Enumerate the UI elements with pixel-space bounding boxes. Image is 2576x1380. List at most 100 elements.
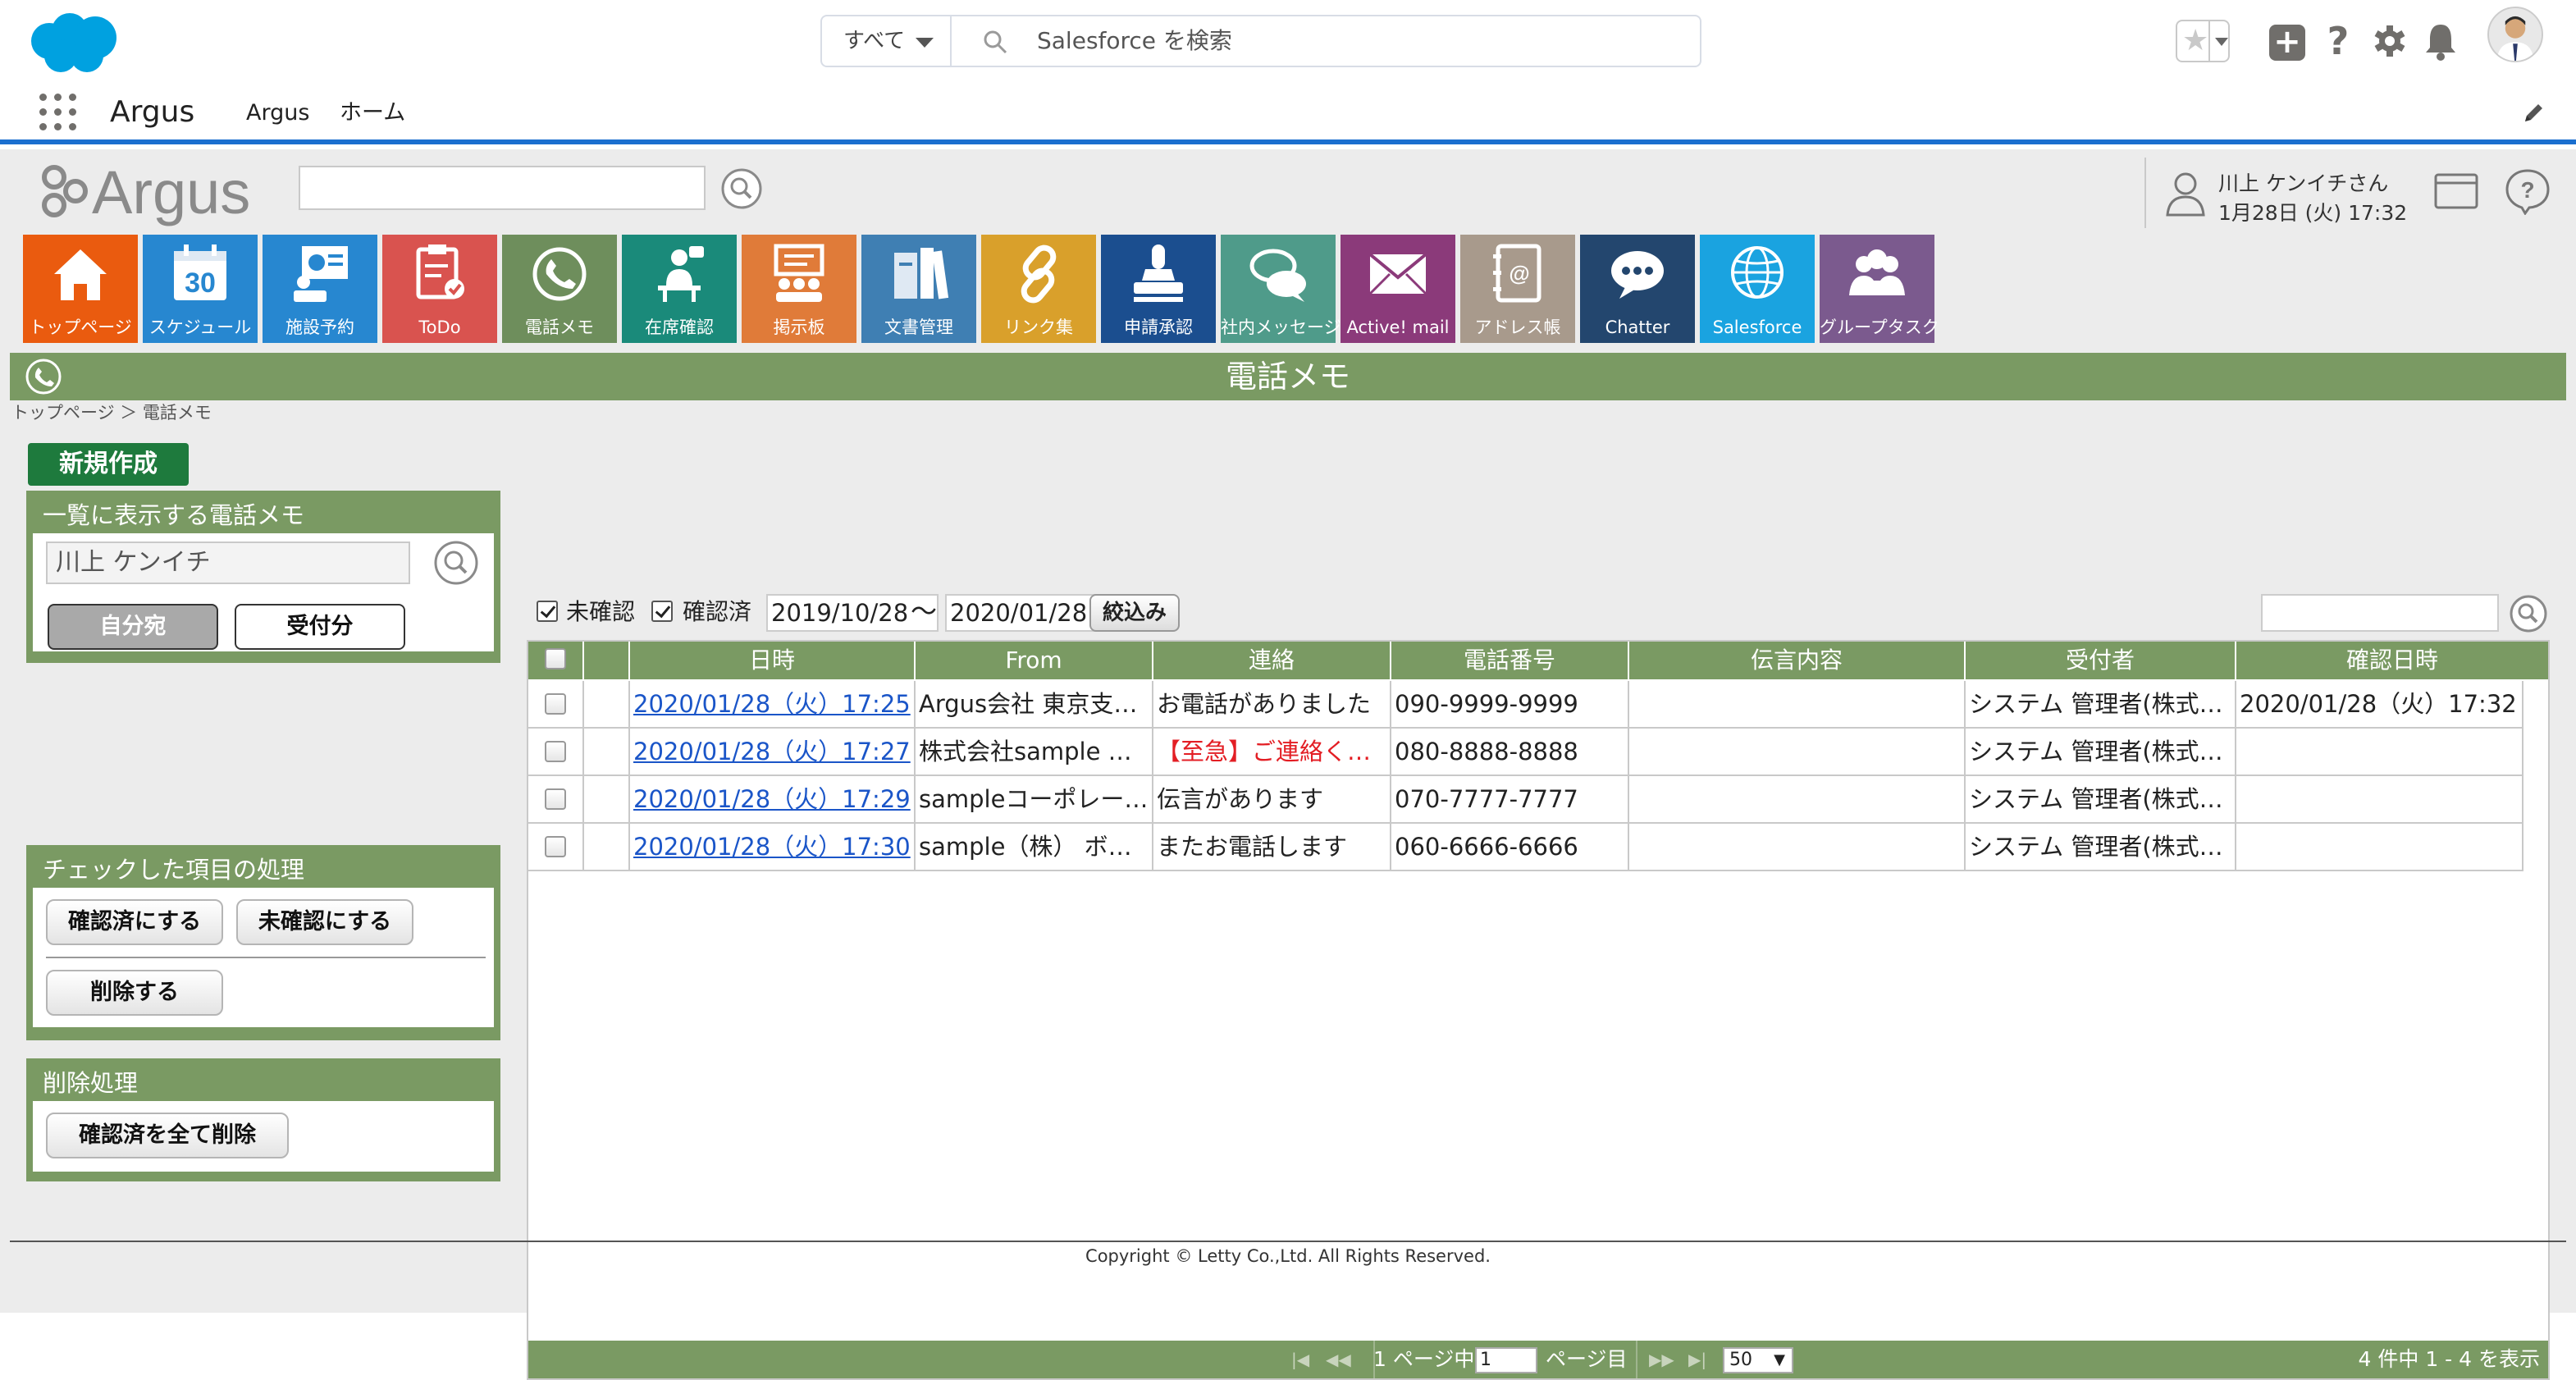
nav-item-home[interactable]: ホーム: [340, 97, 405, 130]
column-header-from[interactable]: From: [916, 642, 1153, 679]
tile-group-task[interactable]: グループタスク: [1820, 235, 1939, 343]
breadcrumb[interactable]: トップページ ＞ 電話メモ: [11, 400, 212, 425]
mark-unconfirmed-button[interactable]: 未確認にする: [236, 899, 413, 945]
help-bubble-icon[interactable]: ?: [2504, 167, 2551, 215]
tile-messages[interactable]: 社内メッセージ: [1221, 235, 1341, 343]
search-scope-select[interactable]: すべて: [822, 16, 952, 66]
calendar-icon: 30: [174, 244, 226, 300]
tile-active-mail[interactable]: Active! mail: [1341, 235, 1455, 343]
contact-cell-urgent: 【至急】ご連絡くだ…: [1153, 729, 1391, 775]
tile-board[interactable]: 掲示板: [742, 235, 856, 343]
tile-label: リンク集: [1004, 318, 1073, 337]
tile-schedule[interactable]: 30 スケジュール: [143, 235, 258, 343]
salesforce-cloud-icon[interactable]: [25, 10, 123, 75]
new-memo-button[interactable]: 新規作成: [28, 443, 189, 486]
tile-facility[interactable]: 施設予約: [263, 235, 377, 343]
mark-confirmed-button[interactable]: 確認済にする: [46, 899, 223, 945]
column-header-contact[interactable]: 連絡: [1153, 642, 1391, 679]
avatar[interactable]: [2487, 7, 2543, 62]
pencil-icon[interactable]: [2522, 100, 2546, 125]
message-icon: [1249, 249, 1306, 302]
delete-all-confirmed-button[interactable]: 確認済を全て削除: [46, 1113, 289, 1158]
user-name-field[interactable]: 川上 ケンイチ: [46, 541, 410, 584]
column-header-datetime[interactable]: 日時: [630, 642, 916, 679]
gear-icon[interactable]: [2369, 18, 2410, 64]
column-header-receiver[interactable]: 受付者: [1966, 642, 2236, 679]
search-icon[interactable]: [433, 540, 479, 586]
datetime-link[interactable]: 2020/01/28（火）17:30: [633, 833, 911, 861]
window-icon[interactable]: [2433, 172, 2479, 210]
table-row[interactable]: 2020/01/28（火）17:30 sample（株） ボブ様 またお電話しま…: [528, 824, 2523, 871]
select-all-checkbox[interactable]: [545, 648, 566, 669]
tile-documents[interactable]: 文書管理: [861, 235, 976, 343]
divider: [46, 957, 486, 958]
tile-phone-memo[interactable]: 電話メモ: [502, 235, 617, 343]
app-launcher-icon[interactable]: [39, 94, 77, 131]
add-icon[interactable]: +: [2269, 25, 2305, 61]
column-header-message[interactable]: 伝言内容: [1629, 642, 1966, 679]
column-header-confirmed-at[interactable]: 確認日時: [2236, 642, 2548, 679]
memo-list-panel: 一覧に表示する電話メモ 川上 ケンイチ 自分宛 受付分: [26, 491, 500, 663]
page-size-value: 50: [1729, 1350, 1752, 1370]
table-row[interactable]: 2020/01/28（火）17:27 株式会社sample 花… 【至急】ご連絡…: [528, 729, 2523, 776]
nav-item-argus[interactable]: Argus: [246, 97, 309, 130]
tile-top-page[interactable]: トップページ: [23, 235, 138, 343]
tile-label: 施設予約: [285, 318, 354, 337]
confirmed-checkbox[interactable]: [651, 601, 673, 622]
next-page-icon[interactable]: ▶▶: [1649, 1341, 1674, 1378]
search-icon[interactable]: [2509, 594, 2548, 633]
chevron-down-icon: ▼: [1774, 1351, 1785, 1369]
star-icon: ★: [2182, 24, 2209, 57]
confirmed-at-cell: 2020/01/28（火）17:32: [2236, 681, 2523, 727]
datetime-link[interactable]: 2020/01/28（火）17:25: [633, 690, 911, 718]
page-size-select[interactable]: 50 ▼: [1723, 1347, 1793, 1373]
search-icon[interactable]: [720, 167, 763, 210]
copyright: Copyright © Letty Co.,Ltd. All Rights Re…: [1085, 1246, 1491, 1266]
tile-address-book[interactable]: @ アドレス帳: [1460, 235, 1575, 343]
checked-items-panel: チェックした項目の処理 確認済にする 未確認にする 削除する: [26, 845, 500, 1040]
tile-label: 社内メッセージ: [1221, 318, 1341, 337]
phone-memo-table: 日時 From 連絡 電話番号 伝言内容 受付者 確認日時 2020/01/28…: [527, 640, 2550, 1380]
search-icon: [984, 30, 1007, 54]
row-checkbox[interactable]: [545, 741, 566, 762]
grid-search-input[interactable]: [2261, 594, 2499, 632]
table-row[interactable]: 2020/01/28（火）17:25 Argus会社 東京支… お電話がありまし…: [528, 681, 2523, 729]
from-cell: sample（株） ボブ様: [916, 824, 1153, 870]
tile-salesforce[interactable]: Salesforce: [1700, 235, 1815, 343]
user-photo-icon: [2489, 8, 2542, 61]
previous-page-icon[interactable]: ◀◀: [1326, 1341, 1351, 1378]
datetime-link[interactable]: 2020/01/28（火）17:27: [633, 738, 911, 765]
phone-icon: [532, 247, 587, 301]
tile-todo[interactable]: ToDo: [382, 235, 497, 343]
table-header: 日時 From 連絡 電話番号 伝言内容 受付者 確認日時: [528, 642, 2548, 679]
argus-search-input[interactable]: [299, 166, 706, 210]
tile-links[interactable]: リンク集: [981, 235, 1096, 343]
link-icon: [1021, 244, 1057, 304]
table-row[interactable]: 2020/01/28（火）17:29 sampleコーポレー… 伝言があります …: [528, 776, 2523, 824]
last-page-icon[interactable]: ▶|: [1688, 1341, 1706, 1378]
addressed-to-me-button[interactable]: 自分宛: [48, 604, 218, 650]
tile-chatter[interactable]: Chatter: [1580, 235, 1695, 343]
filter-button[interactable]: 絞込み: [1089, 594, 1180, 632]
delete-button[interactable]: 削除する: [46, 970, 223, 1016]
tile-presence[interactable]: 在席確認: [622, 235, 737, 343]
argus-logo[interactable]: Argus: [38, 156, 284, 228]
row-checkbox[interactable]: [545, 836, 566, 857]
facility-icon: [294, 246, 348, 302]
receiver-cell: システム 管理者(株式…: [1966, 824, 2236, 870]
row-checkbox[interactable]: [545, 788, 566, 810]
page-number-input[interactable]: 1: [1475, 1347, 1537, 1373]
tile-approval[interactable]: 申請承認: [1101, 235, 1216, 343]
datetime-link[interactable]: 2020/01/28（火）17:29: [633, 785, 911, 813]
search-input[interactable]: Salesforce を検索: [1037, 16, 1232, 66]
bell-icon[interactable]: [2420, 18, 2461, 64]
favorites-button[interactable]: ★: [2176, 20, 2230, 62]
first-page-icon[interactable]: |◀: [1291, 1341, 1309, 1378]
unconfirmed-checkbox[interactable]: [537, 601, 558, 622]
argus-header: Argus 川上 ケンイチさん 1月28日 (火) 17:32 ?: [0, 149, 2576, 231]
column-header-phone[interactable]: 電話番号: [1391, 642, 1629, 679]
received-by-me-button[interactable]: 受付分: [235, 604, 405, 650]
page-of-label: 1 ページ中: [1373, 1347, 1475, 1371]
help-icon[interactable]: ?: [2322, 18, 2354, 64]
row-checkbox[interactable]: [545, 693, 566, 715]
